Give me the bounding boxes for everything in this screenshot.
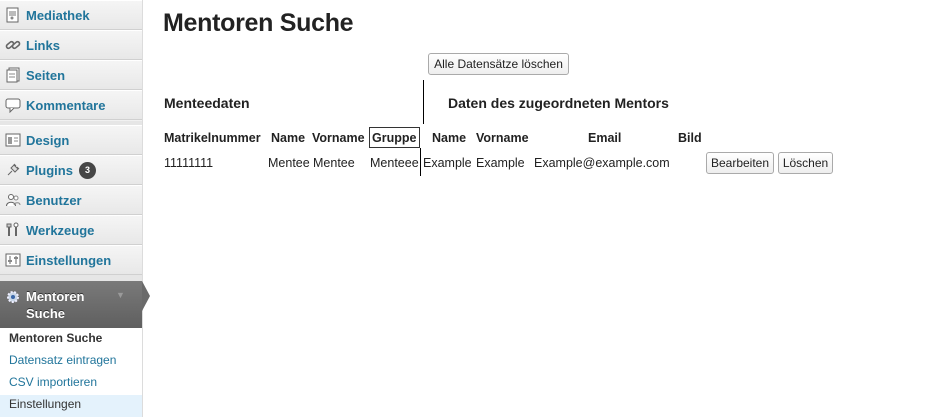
sidebar-item-label: Links <box>26 37 60 53</box>
submenu-item-datensatz-eintragen[interactable]: Datensatz eintragen <box>9 353 116 367</box>
sidebar-item-design[interactable]: Design <box>0 125 142 155</box>
gear-icon <box>0 281 26 305</box>
users-icon <box>0 192 26 208</box>
sidebar-item-label: Kommentare <box>26 97 106 113</box>
sidebar-item-plugins[interactable]: Plugins 3 <box>0 155 142 185</box>
plugin-update-badge: 3 <box>78 161 96 179</box>
header-email: Email <box>588 131 622 145</box>
comment-icon <box>0 97 26 113</box>
header-gruppe: Gruppe <box>372 131 417 145</box>
header-mentor-name: Name <box>432 131 467 145</box>
section-divider <box>423 80 424 124</box>
sidebar-item-mentoren-suche[interactable]: Mentoren Suche ▼ <box>0 281 142 328</box>
header-bild: Bild <box>678 131 702 145</box>
sidebar-item-label: Benutzer <box>26 192 82 208</box>
header-matrikelnummer: Matrikelnummer <box>164 131 261 145</box>
cell-gruppe: Menteee <box>370 156 419 170</box>
chevron-down-icon: ▼ <box>116 290 125 300</box>
settings-icon <box>0 252 26 268</box>
sidebar-item-label: Design <box>26 132 70 148</box>
submenu-item-mentoren-suche[interactable]: Mentoren Suche <box>9 331 102 345</box>
mentee-section-heading: Menteedaten <box>164 95 250 111</box>
header-mentee-vorname: Vorname <box>312 131 365 145</box>
sidebar-item-benutzer[interactable]: Benutzer <box>0 185 142 215</box>
plugin-icon <box>0 162 26 178</box>
sidebar-item-links[interactable]: Links <box>0 30 142 60</box>
sidebar-item-werkzeuge[interactable]: Werkzeuge <box>0 215 142 245</box>
delete-all-button[interactable]: Alle Datensätze löschen <box>428 53 569 75</box>
submenu-item-einstellungen[interactable]: Einstellungen <box>9 397 81 411</box>
cell-email: Example@example.com <box>534 156 670 170</box>
cell-matrikelnummer: 11111111 <box>164 156 214 170</box>
delete-row-button[interactable]: Löschen <box>778 152 833 174</box>
cell-mentee-name: Mentee <box>268 156 310 170</box>
sidebar-item-kommentare[interactable]: Kommentare <box>0 90 142 120</box>
sidebar-item-label: Mediathek <box>26 7 90 23</box>
cell-mentor-vorname: Example <box>476 156 525 170</box>
header-mentee-name: Name <box>271 131 306 145</box>
sidebar-item-einstellungen[interactable]: Einstellungen <box>0 245 142 275</box>
admin-sidebar: Mediathek Links Seiten Kommentare Design… <box>0 0 150 417</box>
active-menu-pointer <box>142 281 150 311</box>
appearance-icon <box>0 132 26 148</box>
pages-icon <box>0 67 26 83</box>
sidebar-item-label: Mentoren Suche <box>26 289 85 321</box>
media-icon <box>0 7 26 23</box>
header-mentor-vorname: Vorname <box>476 131 529 145</box>
cell-mentor-name: Example <box>423 156 472 170</box>
sidebar-item-seiten[interactable]: Seiten <box>0 60 142 90</box>
page-title: Mentoren Suche <box>163 9 354 37</box>
sidebar-item-label: Werkzeuge <box>26 222 95 238</box>
submenu-item-csv-importieren[interactable]: CSV importieren <box>9 375 97 389</box>
sidebar-item-mediathek[interactable]: Mediathek <box>0 0 142 30</box>
edit-button[interactable]: Bearbeiten <box>706 152 774 174</box>
sidebar-item-label: Plugins <box>26 162 73 178</box>
mentor-section-heading: Daten des zugeordneten Mentors <box>448 95 669 111</box>
sidebar-item-label: Seiten <box>26 67 66 83</box>
cell-mentee-vorname: Mentee <box>313 156 355 170</box>
sidebar-item-label: Einstellungen <box>26 252 112 268</box>
gruppe-column-line <box>420 148 421 176</box>
tools-icon <box>0 222 26 238</box>
link-icon <box>0 37 26 53</box>
